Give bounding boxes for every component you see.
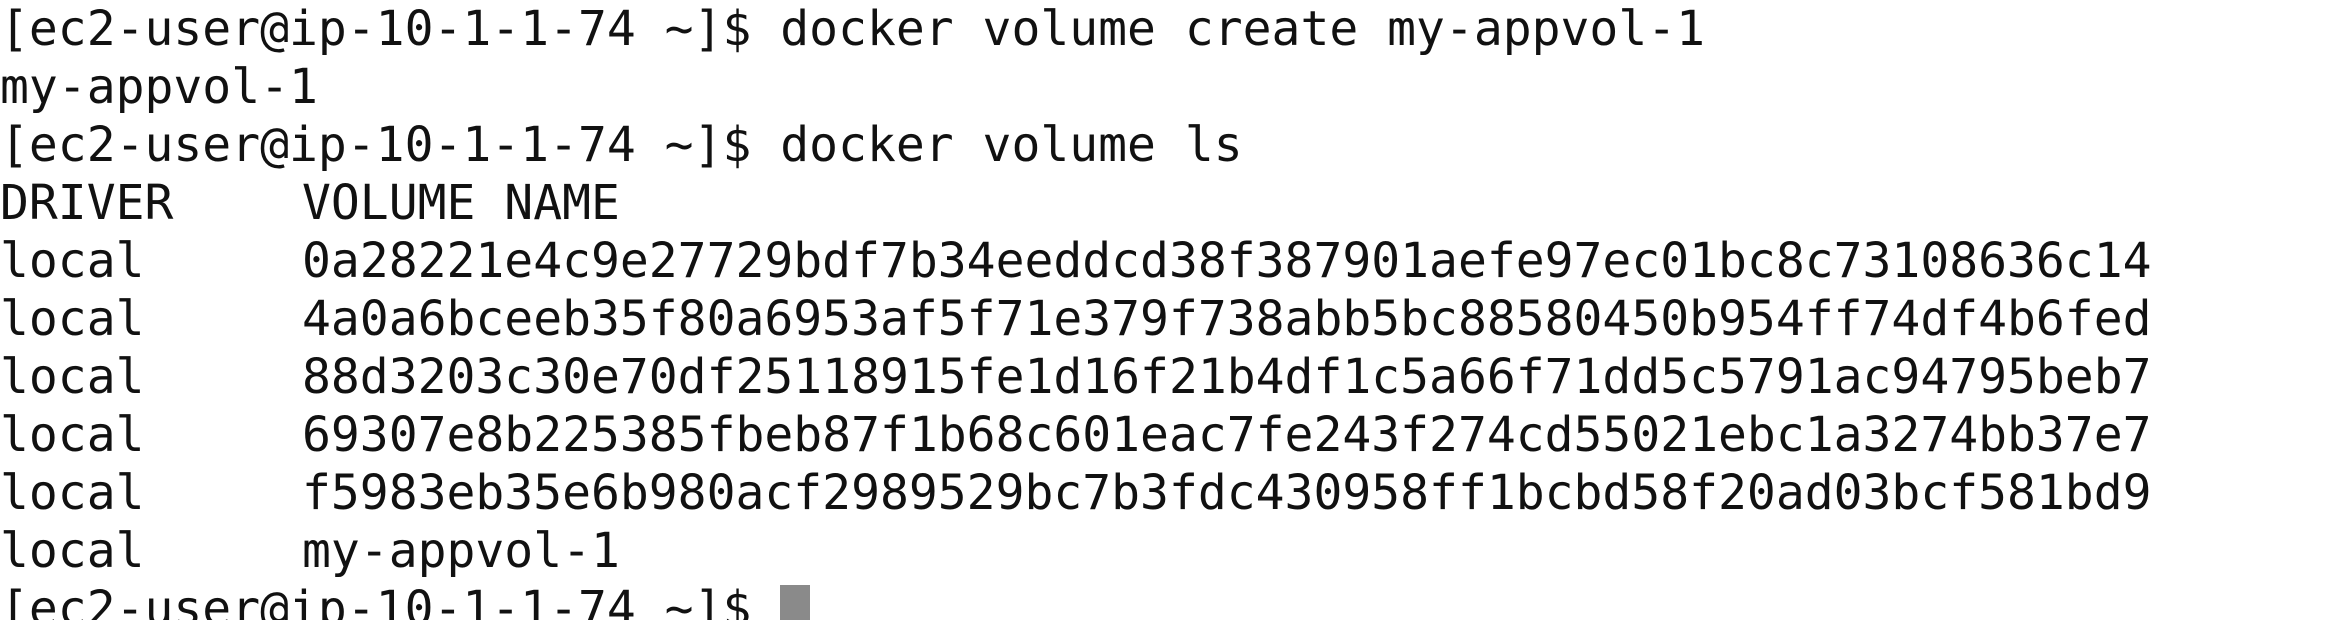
table-row: local my-appvol-1 (0, 522, 620, 580)
command-text: docker volume create my-appvol-1 (780, 1, 1706, 57)
command-output: my-appvol-1 (0, 58, 318, 116)
column-header-driver: DRIVER (0, 175, 174, 231)
command-text: docker volume ls (780, 117, 1243, 173)
table-row: local 69307e8b225385fbeb87f1b68c601eac7fe… (0, 406, 2152, 464)
volume-name-cell: 88d3203c30e70df25118915fe1d16f21b4df1c5a… (302, 349, 2152, 405)
shell-prompt: [ec2-user@ip-10-1-1-74 ~]$ (0, 117, 781, 173)
table-row: local 4a0a6bceeb35f80a6953af5f71e379f738a… (0, 290, 2152, 348)
table-row: local 0a28221e4c9e27729bdf7b34eeddcd38f38… (0, 232, 2152, 290)
driver-cell: local (0, 465, 145, 521)
table-row: local f5983eb35e6b980acf2989529bc7b3fdc43… (0, 464, 2152, 522)
volume-name-cell: my-appvol-1 (302, 523, 620, 579)
shell-prompt: [ec2-user@ip-10-1-1-74 ~]$ (0, 581, 781, 620)
volume-name-cell: 4a0a6bceeb35f80a6953af5f71e379f738abb5bc… (302, 291, 2152, 347)
shell-prompt: [ec2-user@ip-10-1-1-74 ~]$ (0, 1, 781, 57)
terminal-window[interactable]: [ec2-user@ip-10-1-1-74 ~]$ docker volume… (0, 0, 2348, 620)
column-header-volume-name: VOLUME NAME (302, 175, 620, 231)
driver-cell: local (0, 523, 145, 579)
driver-cell: local (0, 407, 145, 463)
driver-cell: local (0, 291, 145, 347)
active-prompt-line[interactable]: [ec2-user@ip-10-1-1-74 ~]$ (0, 580, 811, 620)
command-line-2: [ec2-user@ip-10-1-1-74 ~]$ docker volume… (0, 116, 1243, 174)
table-row: local 88d3203c30e70df25118915fe1d16f21b4d… (0, 348, 2152, 406)
volume-name-cell: f5983eb35e6b980acf2989529bc7b3fdc430958f… (302, 465, 2152, 521)
command-line-1: [ec2-user@ip-10-1-1-74 ~]$ docker volume… (0, 0, 1705, 58)
driver-cell: local (0, 233, 145, 289)
volume-name-cell: 0a28221e4c9e27729bdf7b34eeddcd38f387901a… (302, 233, 2152, 289)
volume-name-cell: 69307e8b225385fbeb87f1b68c601eac7fe243f2… (302, 407, 2152, 463)
table-header: DRIVER VOLUME NAME (0, 174, 620, 232)
driver-cell: local (0, 349, 145, 405)
text-cursor (780, 585, 811, 620)
output-text: my-appvol-1 (0, 59, 318, 115)
